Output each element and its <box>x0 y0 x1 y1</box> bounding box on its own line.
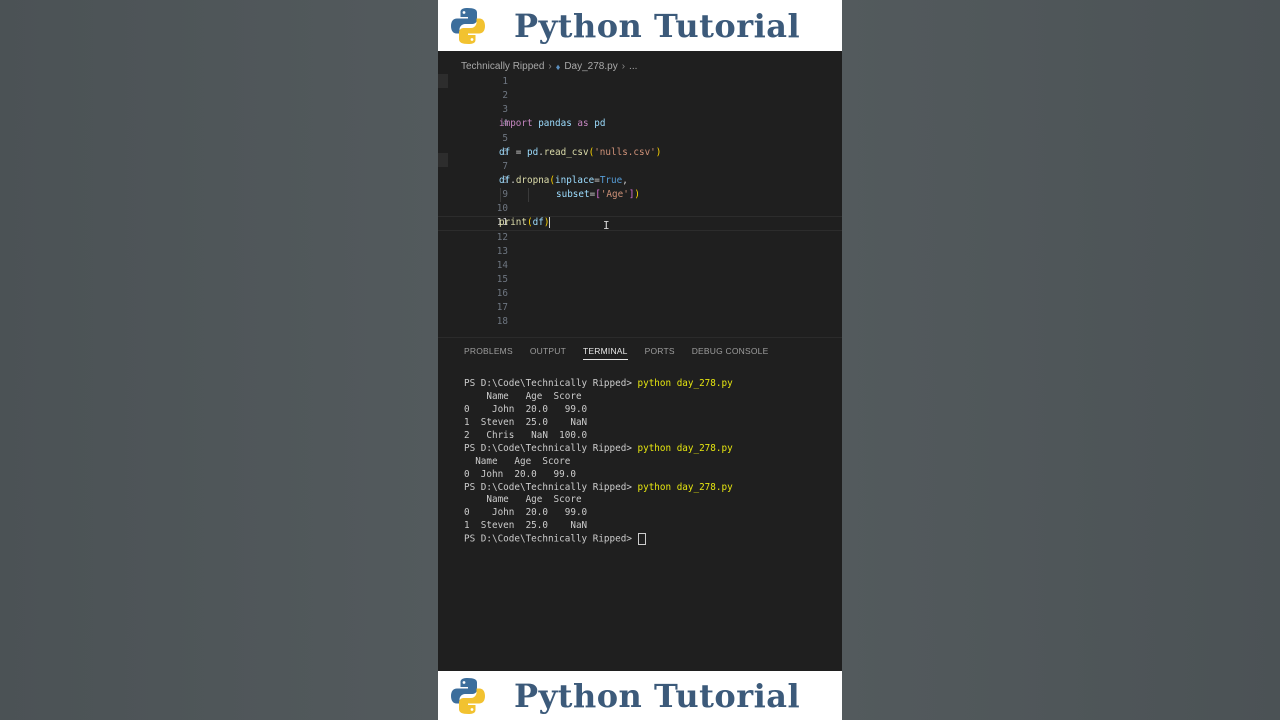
code-line: 13 <box>438 245 842 259</box>
code-line: 2 <box>438 89 842 103</box>
terminal-line: 2 Chris NaN 100.0 <box>464 429 588 441</box>
line-number: 5 <box>502 132 508 144</box>
python-file-icon: ♦ <box>555 61 561 72</box>
code-line: 9 subset=['Age']) <box>438 188 842 203</box>
tab-debug-console[interactable]: DEBUG CONSOLE <box>692 346 769 360</box>
video-frame: Python Tutorial Technically Ripped › ♦ D… <box>438 0 842 720</box>
chevron-right-icon: › <box>621 61 626 72</box>
line-number: 1 <box>502 76 508 87</box>
code-line: 1 <box>438 75 842 89</box>
python-logo-icon <box>451 7 485 44</box>
code-line: 3 <box>438 103 842 117</box>
terminal-line: PS D:\Code\Technically Ripped> python da… <box>464 442 733 454</box>
terminal-line: PS D:\Code\Technically Ripped> python da… <box>464 481 733 493</box>
tab-terminal[interactable]: TERMINAL <box>583 346 628 360</box>
current-code-line: 11 print(df) <box>438 216 842 231</box>
code-line: 12 <box>438 231 842 245</box>
line-number: 10 <box>496 203 508 215</box>
terminal-line: 1 Steven 25.0 NaN <box>464 520 588 532</box>
breadcrumb-file[interactable]: Day_278.py <box>564 61 617 72</box>
code-line: 18 <box>438 315 842 329</box>
code-line: 8 df.dropna(inplace=True, <box>438 174 842 188</box>
line-number: 7 <box>502 160 508 172</box>
breadcrumb: Technically Ripped › ♦ Day_278.py › ... <box>461 61 637 72</box>
indent-guide <box>528 188 529 203</box>
terminal-line: Name Age Score <box>464 494 582 506</box>
code-line: 16 <box>438 287 842 301</box>
background-left <box>0 0 438 720</box>
tab-output[interactable]: OUTPUT <box>530 346 566 360</box>
code-line: 5 <box>438 132 842 146</box>
terminal-line: 1 Steven 25.0 NaN <box>464 416 588 428</box>
code-line: 4 import pandas as pd <box>438 117 842 131</box>
code-text[interactable]: import pandas as pd <box>499 117 605 131</box>
terminal-panel: PROBLEMS OUTPUT TERMINAL PORTS DEBUG CON… <box>438 337 842 672</box>
line-number: 17 <box>496 302 508 314</box>
banner-title: Python Tutorial <box>514 6 801 45</box>
background-right <box>842 0 1280 720</box>
panel-tabs: PROBLEMS OUTPUT TERMINAL PORTS DEBUG CON… <box>464 346 768 360</box>
terminal-cursor <box>637 533 646 546</box>
terminal-line: Name Age Score <box>464 390 582 402</box>
code-lines[interactable]: 1 2 3 4 import pandas as pd 5 6 df = pd.… <box>438 75 842 330</box>
terminal-line: 0 John 20.0 99.0 <box>464 468 576 480</box>
terminal-prompt-line: PS D:\Code\Technically Ripped> <box>464 533 834 546</box>
terminal-line: 0 John 20.0 99.0 <box>464 403 588 415</box>
code-line: 6 df = pd.read_csv('nulls.csv') <box>438 146 842 160</box>
line-number: 16 <box>496 288 508 300</box>
bottom-banner: Python Tutorial <box>438 671 842 720</box>
line-number: 15 <box>496 273 508 285</box>
line-number: 12 <box>496 231 508 243</box>
chevron-right-icon: › <box>548 61 552 72</box>
code-line: 7 <box>438 160 842 174</box>
breadcrumb-folder[interactable]: Technically Ripped <box>461 61 544 72</box>
python-logo-icon <box>451 677 485 714</box>
code-text[interactable]: df.dropna(inplace=True, <box>499 174 628 188</box>
text-cursor-icon: I <box>603 219 610 232</box>
line-number: 14 <box>496 259 508 271</box>
line-number: 18 <box>496 316 508 328</box>
banner-title: Python Tutorial <box>514 676 801 715</box>
terminal-line: 0 John 20.0 99.0 <box>464 507 588 519</box>
code-line: 10 <box>438 202 842 216</box>
indent-guide <box>500 188 501 203</box>
text-caret <box>549 217 551 229</box>
tab-problems[interactable]: PROBLEMS <box>464 346 513 360</box>
line-number: 3 <box>502 104 508 116</box>
code-line: 17 <box>438 301 842 315</box>
terminal-line: PS D:\Code\Technically Ripped> python da… <box>464 378 733 389</box>
top-banner: Python Tutorial <box>438 0 842 51</box>
line-number: 13 <box>496 245 508 257</box>
terminal-line: Name Age Score <box>464 455 571 467</box>
line-number: 2 <box>502 90 508 102</box>
breadcrumb-more[interactable]: ... <box>629 61 637 72</box>
code-editor[interactable]: Technically Ripped › ♦ Day_278.py › ... … <box>438 51 842 337</box>
code-line: 15 <box>438 273 842 287</box>
code-text[interactable]: df = pd.read_csv('nulls.csv') <box>499 146 661 160</box>
code-text[interactable]: print(df) <box>499 217 551 229</box>
tab-ports[interactable]: PORTS <box>645 346 675 360</box>
code-text[interactable]: subset=['Age']) <box>556 188 640 202</box>
code-line: 14 <box>438 259 842 273</box>
terminal-output[interactable]: PS D:\Code\Technically Ripped> python da… <box>464 378 834 546</box>
